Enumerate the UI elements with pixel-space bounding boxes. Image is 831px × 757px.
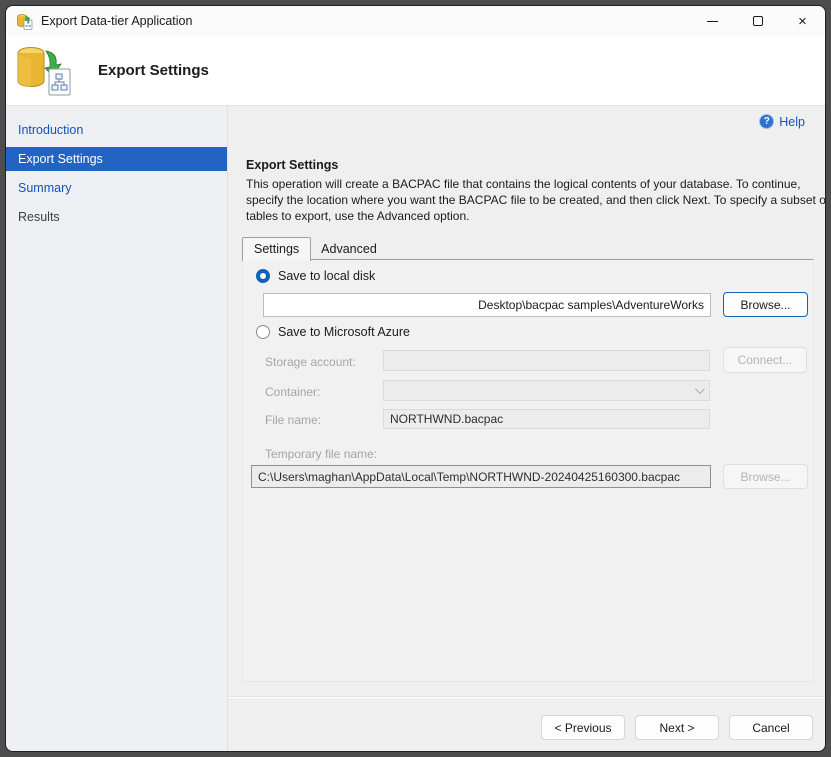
file-name-label: File name: xyxy=(265,413,321,427)
storage-account-input[interactable] xyxy=(383,350,710,371)
page-heading: Export Settings xyxy=(246,158,338,172)
save-azure-label: Save to Microsoft Azure xyxy=(278,325,410,339)
next-button[interactable]: Next > xyxy=(635,715,719,740)
radio-selected-icon xyxy=(256,269,270,283)
tab-settings[interactable]: Settings xyxy=(242,237,311,261)
wizard-header: Export Settings xyxy=(6,36,825,106)
sidebar-item-summary[interactable]: Summary xyxy=(6,176,227,200)
close-icon: × xyxy=(798,14,807,29)
container-value xyxy=(384,383,390,397)
temp-browse-button[interactable]: Browse... xyxy=(723,464,808,489)
radio-unselected-icon xyxy=(256,325,270,339)
tab-advanced[interactable]: Advanced xyxy=(311,239,387,260)
file-name-input[interactable] xyxy=(383,409,710,429)
screen: Export Data-tier Application × Export Se… xyxy=(0,0,831,757)
wizard-content: ? Help Export Settings This operation wi… xyxy=(228,106,825,751)
local-path-input[interactable] xyxy=(263,293,711,317)
tab-strip: Settings Advanced xyxy=(242,237,387,261)
local-browse-button[interactable]: Browse... xyxy=(723,292,808,317)
footer-divider xyxy=(228,696,825,698)
temp-file-name-label: Temporary file name: xyxy=(265,447,377,461)
maximize-icon xyxy=(753,16,763,26)
title-bar: Export Data-tier Application × xyxy=(6,6,825,36)
chevron-down-icon xyxy=(695,384,705,394)
page-description: This operation will create a BACPAC file… xyxy=(246,176,826,224)
cancel-button[interactable]: Cancel xyxy=(729,715,813,740)
wizard-body: Introduction Export Settings Summary Res… xyxy=(6,106,825,751)
window-title: Export Data-tier Application xyxy=(41,14,192,28)
app-icon xyxy=(16,13,33,30)
connect-button[interactable]: Connect... xyxy=(723,347,807,373)
storage-account-label: Storage account: xyxy=(265,355,356,369)
wizard-steps-sidebar: Introduction Export Settings Summary Res… xyxy=(6,106,228,751)
container-dropdown[interactable] xyxy=(383,380,710,401)
window-controls: × xyxy=(690,6,825,36)
help-link[interactable]: ? Help xyxy=(759,114,805,129)
footer-buttons: < Previous Next > Cancel xyxy=(541,715,813,740)
save-local-radio[interactable]: Save to local disk xyxy=(256,269,375,283)
temp-file-name-input[interactable] xyxy=(251,465,711,488)
previous-button[interactable]: < Previous xyxy=(541,715,625,740)
container-label: Container: xyxy=(265,385,320,399)
wizard-page-title: Export Settings xyxy=(98,62,209,79)
export-database-icon xyxy=(16,45,74,97)
minimize-icon xyxy=(707,21,718,22)
save-azure-radio[interactable]: Save to Microsoft Azure xyxy=(256,325,410,339)
save-local-label: Save to local disk xyxy=(278,269,375,283)
sidebar-item-export-settings[interactable]: Export Settings xyxy=(6,147,227,171)
settings-tab-panel: Save to local disk Browse... Save to Mic… xyxy=(242,259,814,682)
minimize-button[interactable] xyxy=(690,6,735,36)
close-button[interactable]: × xyxy=(780,6,825,36)
help-label: Help xyxy=(779,115,805,129)
maximize-button[interactable] xyxy=(735,6,780,36)
help-icon: ? xyxy=(759,114,774,129)
export-dialog-window: Export Data-tier Application × Export Se… xyxy=(5,5,826,752)
sidebar-item-results[interactable]: Results xyxy=(6,205,227,229)
sidebar-item-introduction[interactable]: Introduction xyxy=(6,118,227,142)
